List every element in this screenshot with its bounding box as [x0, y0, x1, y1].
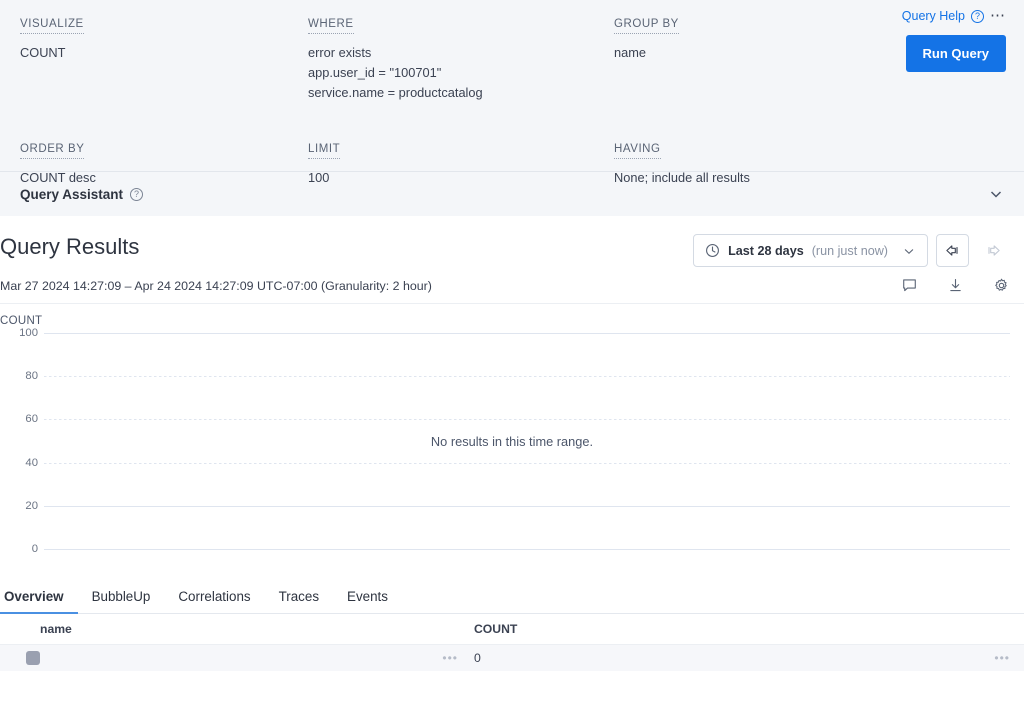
clause-value: 100: [308, 168, 614, 188]
tab-bubbleup[interactable]: BubbleUp: [78, 589, 165, 613]
table-row[interactable]: ••• 0 •••: [0, 645, 1024, 671]
chevron-down-icon: [902, 244, 916, 258]
gridline: [44, 549, 1010, 550]
clause-value: name: [614, 43, 890, 63]
column-header-count[interactable]: COUNT: [474, 622, 1024, 636]
cell-count-value: 0: [474, 651, 481, 665]
tab-overview[interactable]: Overview: [0, 589, 78, 613]
download-icon[interactable]: [947, 277, 964, 294]
results-header-controls: Last 28 days (run just now): [693, 234, 1010, 267]
arrow-left-icon[interactable]: [936, 234, 969, 267]
empty-state-message: No results in this time range.: [0, 434, 1024, 449]
results-meta-icons: [901, 277, 1010, 294]
column-header-name[interactable]: name: [0, 622, 474, 636]
time-range-description: Mar 27 2024 14:27:09 – Apr 24 2024 14:27…: [0, 279, 432, 293]
clause-label-order-by: ORDER BY: [20, 142, 84, 159]
page-title: Query Results: [0, 234, 139, 260]
clause-values-group-by: name: [614, 43, 890, 63]
clause-label-having: HAVING: [614, 142, 661, 159]
clause-label-group-by: GROUP BY: [614, 17, 679, 34]
results-chart: COUNT 100 80 60 40 20 0 No results in th…: [0, 304, 1024, 580]
clause-values-having: None; include all results: [614, 168, 890, 188]
query-help-row: Query Help ? ⋯: [902, 9, 1006, 23]
clause-value: error exists: [308, 43, 614, 63]
query-help-link[interactable]: Query Help: [902, 9, 965, 23]
query-assistant-title: Query Assistant: [20, 187, 123, 202]
clause-value: None; include all results: [614, 168, 890, 188]
clause-group-by[interactable]: GROUP BY name: [614, 14, 890, 103]
query-builder-actions: Query Help ? ⋯ Run Query: [902, 9, 1006, 72]
clause-value: service.name = productcatalog: [308, 83, 614, 103]
clause-value: COUNT desc: [20, 168, 308, 188]
row-overflow-icon[interactable]: •••: [994, 651, 1024, 665]
gridline: [44, 376, 1010, 377]
tab-traces[interactable]: Traces: [265, 589, 333, 613]
clause-where[interactable]: WHERE error exists app.user_id = "100701…: [308, 14, 614, 103]
chevron-down-icon[interactable]: [988, 186, 1004, 202]
clock-icon: [705, 243, 720, 258]
clause-having[interactable]: HAVING None; include all results: [614, 139, 890, 188]
clause-value: COUNT: [20, 43, 308, 63]
y-axis-tick: 60: [0, 413, 38, 425]
gear-icon[interactable]: [993, 277, 1010, 294]
clause-values-order-by: COUNT desc: [20, 168, 308, 188]
kebab-menu-icon[interactable]: ⋯: [990, 11, 1006, 21]
gridline: [44, 506, 1010, 507]
cell-overflow-icon[interactable]: •••: [442, 651, 474, 665]
clause-values-where: error exists app.user_id = "100701" serv…: [308, 43, 614, 103]
cell-name: •••: [0, 651, 474, 665]
clause-value: app.user_id = "100701": [308, 63, 614, 83]
time-range-selector[interactable]: Last 28 days (run just now): [693, 234, 928, 267]
tab-events[interactable]: Events: [333, 589, 402, 613]
query-clause-row-1: VISUALIZE COUNT WHERE error exists app.u…: [20, 14, 1004, 103]
clause-limit[interactable]: LIMIT 100: [308, 139, 614, 188]
run-query-button[interactable]: Run Query: [906, 35, 1006, 72]
query-clause-row-2: ORDER BY COUNT desc LIMIT 100 HAVING Non…: [20, 139, 1004, 188]
chart-y-axis-label: COUNT: [0, 315, 1024, 327]
arrow-right-icon: [977, 234, 1010, 267]
gridline: [44, 333, 1010, 334]
time-range-value: Last 28 days: [728, 244, 804, 258]
series-color-swatch: [26, 651, 40, 665]
clause-order-by[interactable]: ORDER BY COUNT desc: [20, 139, 308, 188]
gridline: [44, 419, 1010, 420]
query-builder-panel: VISUALIZE COUNT WHERE error exists app.u…: [0, 0, 1024, 171]
results-table: name COUNT ••• 0 •••: [0, 614, 1024, 671]
table-header-row: name COUNT: [0, 614, 1024, 645]
y-axis-tick: 100: [0, 327, 38, 339]
clause-label-limit: LIMIT: [308, 142, 340, 159]
results-header: Query Results Last 28 days (run just now…: [0, 216, 1024, 267]
results-tabs: Overview BubbleUp Correlations Traces Ev…: [0, 580, 1024, 614]
time-range-status: (run just now): [812, 244, 888, 258]
tab-correlations[interactable]: Correlations: [164, 589, 264, 613]
y-axis-tick: 40: [0, 457, 38, 469]
clause-values-visualize: COUNT: [20, 43, 308, 63]
chart-plot-area: 100 80 60 40 20 0 No results in this tim…: [0, 333, 1024, 563]
y-axis-tick: 80: [0, 370, 38, 382]
y-axis-tick: 20: [0, 500, 38, 512]
results-meta-row: Mar 27 2024 14:27:09 – Apr 24 2024 14:27…: [0, 267, 1024, 304]
clause-visualize[interactable]: VISUALIZE COUNT: [20, 14, 308, 103]
gridline: [44, 463, 1010, 464]
clause-label-visualize: VISUALIZE: [20, 17, 84, 34]
question-circle-icon[interactable]: ?: [130, 188, 143, 201]
query-builder-spacer-2: [890, 139, 1004, 188]
question-circle-icon[interactable]: ?: [971, 10, 984, 23]
clause-label-where: WHERE: [308, 17, 354, 34]
cell-count: 0 •••: [474, 651, 1024, 665]
comment-icon[interactable]: [901, 277, 918, 294]
y-axis-tick: 0: [0, 543, 38, 555]
clause-values-limit: 100: [308, 168, 614, 188]
